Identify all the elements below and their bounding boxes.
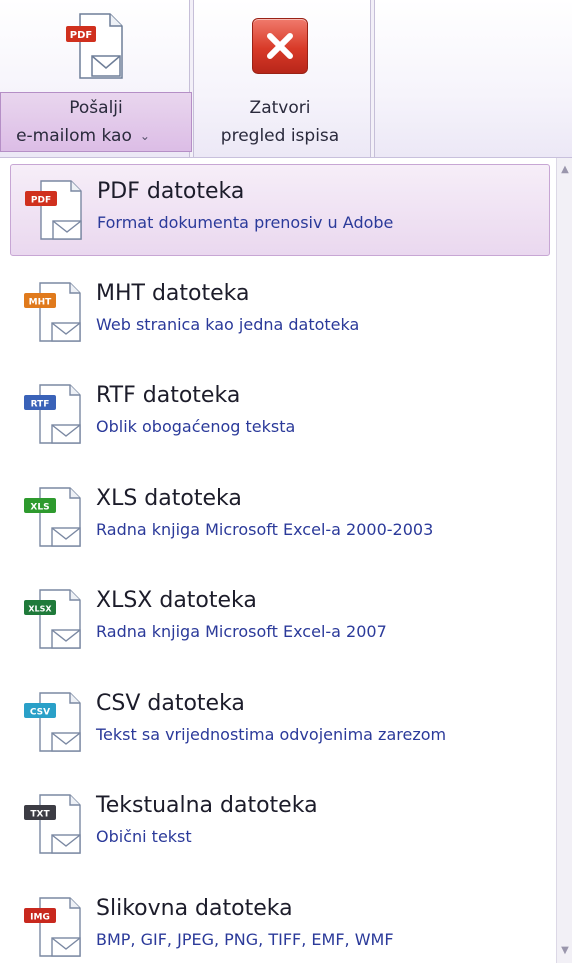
svg-text:XLS: XLS: [30, 502, 49, 512]
menu-item-description: Format dokumenta prenosiv u Adobe: [97, 213, 394, 232]
scroll-up-icon[interactable]: ▲: [559, 162, 571, 178]
send-as-email-label-line2[interactable]: e-mailom kao ⌄: [0, 123, 192, 149]
send-as-email-icon[interactable]: PDF: [64, 12, 126, 82]
close-preview-icon[interactable]: [252, 18, 308, 74]
mht-file-icon: MHT: [20, 281, 90, 345]
menu-item[interactable]: PDF PDF datoteka Format dokumenta prenosiv…: [10, 164, 550, 256]
menu-item-description: Radna knjiga Microsoft Excel-a 2000-2003: [96, 519, 434, 539]
menu-item[interactable]: XLS XLS datoteka Radna knjiga Microsoft Ex…: [10, 472, 550, 564]
csv-file-icon: CSV: [20, 691, 90, 755]
menu-item-title: PDF datoteka: [97, 179, 245, 204]
ribbon-separator: [370, 0, 375, 157]
scroll-down-icon[interactable]: ▼: [559, 943, 571, 959]
send-format-menu: PDF PDF datoteka Format dokumenta prenosiv…: [0, 158, 556, 963]
svg-text:CSV: CSV: [30, 707, 50, 717]
menu-item[interactable]: TXT Tekstualna datoteka Obični tekst: [10, 779, 550, 871]
svg-text:MHT: MHT: [29, 297, 52, 307]
chevron-down-icon[interactable]: ⌄: [140, 123, 150, 149]
menu-item[interactable]: XLSX XLSX datoteka Radna knjiga Microsoft …: [10, 574, 550, 666]
send-as-email-label[interactable]: Pošalji: [0, 95, 192, 121]
pdf-file-icon: PDF: [21, 179, 91, 243]
menu-item-title: Tekstualna datoteka: [96, 793, 318, 818]
svg-text:IMG: IMG: [30, 912, 50, 922]
menu-item[interactable]: MHT MHT datoteka Web stranica kao jedna da…: [10, 267, 550, 359]
image-file-icon: IMG: [20, 896, 90, 960]
menu-item[interactable]: CSV CSV datoteka Tekst sa vrijednostima od…: [10, 677, 550, 769]
menu-item-title: CSV datoteka: [96, 690, 245, 716]
svg-text:PDF: PDF: [70, 30, 92, 41]
svg-text:XLSX: XLSX: [28, 605, 52, 614]
rtf-file-icon: RTF: [20, 383, 90, 447]
send-as-email-label-text: e-mailom kao: [16, 126, 132, 146]
menu-item-description: Web stranica kao jedna datoteka: [96, 314, 360, 334]
menu-item-title: RTF datoteka: [96, 383, 241, 408]
menu-item-title: Slikovna datoteka: [96, 895, 293, 921]
txt-file-icon: TXT: [20, 793, 90, 857]
svg-text:TXT: TXT: [30, 810, 50, 820]
menu-item[interactable]: RTF RTF datoteka Oblik obogaćenog teksta: [10, 369, 550, 461]
menu-item-description: Oblik obogaćenog teksta: [96, 417, 296, 436]
menu-item[interactable]: IMG Slikovna datoteka BMP, GIF, JPEG, PNG,…: [10, 882, 550, 974]
ribbon: PDF Pošalji e-mailom kao ⌄ Zatvori pregl…: [0, 0, 572, 158]
close-preview-label[interactable]: Zatvori: [205, 95, 355, 121]
svg-text:RTF: RTF: [31, 400, 50, 410]
menu-item-description: Obični tekst: [96, 827, 192, 846]
svg-text:PDF: PDF: [31, 196, 51, 206]
menu-scrollbar[interactable]: ▲ ▼: [556, 158, 572, 963]
menu-item-description: Tekst sa vrijednostima odvojenima zarezo…: [96, 724, 447, 744]
xlsx-file-icon: XLSX: [20, 588, 90, 652]
menu-item-title: XLSX datoteka: [96, 588, 257, 613]
xls-file-icon: XLS: [20, 486, 90, 550]
menu-item-description: Radna knjiga Microsoft Excel-a 2007: [96, 622, 387, 641]
menu-item-title: XLS datoteka: [96, 485, 242, 511]
menu-item-title: MHT datoteka: [96, 280, 250, 306]
menu-item-description: BMP, GIF, JPEG, PNG, TIFF, EMF, WMF: [96, 929, 394, 949]
close-preview-label-line2[interactable]: pregled ispisa: [205, 123, 355, 149]
